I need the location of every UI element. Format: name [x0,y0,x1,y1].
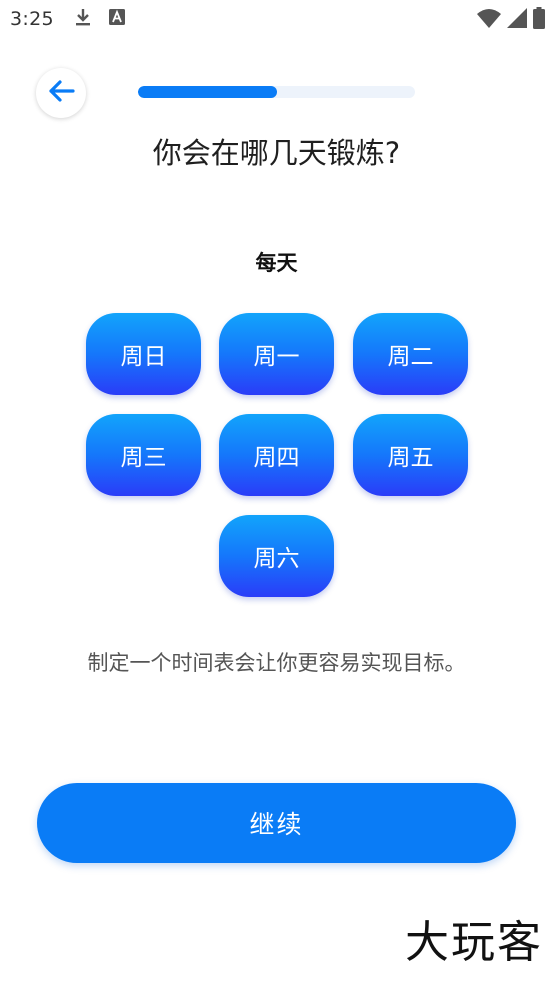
watermark-logo: 大玩客 [405,917,543,968]
status-time: 3:25 [10,8,54,30]
status-left-icons [74,7,126,31]
day-button-saturday[interactable]: 周六 [219,515,334,597]
status-bar: 3:25 [0,0,553,38]
day-button-friday[interactable]: 周五 [353,414,468,496]
signal-icon [507,8,527,32]
everyday-option[interactable]: 每天 [0,247,553,277]
progress-bar [138,86,415,98]
continue-button[interactable]: 继续 [37,783,516,863]
progress-fill [138,86,277,98]
day-button-sunday[interactable]: 周日 [86,313,201,395]
battery-icon [533,7,545,33]
page-title: 你会在哪几天锻炼? [152,136,401,170]
hint-text: 制定一个时间表会让你更容易实现目标。 [87,651,466,675]
screen: 3:25 你会在哪几天锻炼? 每天 周日 周一 周二 周三 周四 周五 周六 制… [0,0,553,984]
status-right-icons [477,7,545,33]
wifi-icon [477,8,501,32]
back-button[interactable] [36,68,86,118]
day-button-thursday[interactable]: 周四 [219,414,334,496]
a-badge-icon [108,8,126,30]
day-button-tuesday[interactable]: 周二 [353,313,468,395]
day-button-monday[interactable]: 周一 [219,313,334,395]
day-button-wednesday[interactable]: 周三 [86,414,201,496]
arrow-left-icon [47,79,75,107]
download-icon [74,7,92,31]
